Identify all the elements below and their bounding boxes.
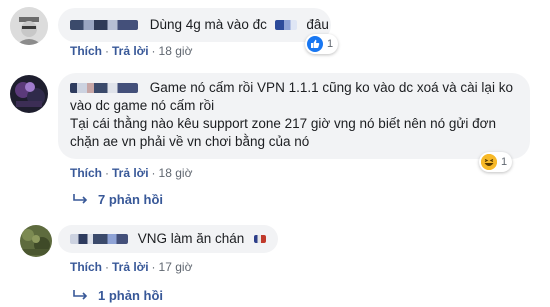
like-link[interactable]: Thích (70, 260, 102, 274)
comment-text-tail: đâu (306, 17, 329, 32)
comment-bubble: Dùng 4g mà vào đc đâu (58, 8, 331, 42)
view-replies-link[interactable]: 7 phản hồi (72, 192, 163, 207)
reaction-count: 1 (327, 38, 334, 50)
comment-actions: Thích · Trả lời · 18 giờ (70, 44, 193, 58)
reaction-summary[interactable]: 1 (479, 152, 513, 172)
author-name[interactable] (70, 20, 138, 31)
replies-count[interactable]: 1 phản hồi (98, 288, 163, 303)
avatar[interactable] (10, 75, 48, 113)
reply-arrow-icon (73, 289, 88, 300)
like-icon (307, 36, 323, 52)
comment-text: VNG làm ăn chán (137, 231, 245, 246)
reply-link[interactable]: Trả lời (112, 260, 149, 274)
reaction-count: 1 (501, 156, 508, 168)
author-name[interactable] (70, 234, 128, 245)
flag-icon (254, 235, 267, 244)
timestamp[interactable]: 17 giờ (159, 260, 193, 274)
view-replies-link[interactable]: 1 phản hồi (72, 288, 163, 303)
comment-text: Dùng 4g mà vào đc (149, 17, 267, 32)
haha-icon (481, 154, 497, 170)
comment-bubble: VNG làm ăn chán (58, 225, 278, 253)
like-link[interactable]: Thích (70, 166, 102, 180)
comment-bubble: Game nó cấm rồi VPN 1.1.1 cũng ko vào dc… (58, 73, 530, 159)
reply-link[interactable]: Trả lời (112, 166, 149, 180)
reply-link[interactable]: Trả lời (112, 44, 149, 58)
timestamp[interactable]: 18 giờ (159, 166, 193, 180)
reply-arrow-icon (73, 193, 88, 204)
reaction-summary[interactable]: 1 (305, 34, 339, 54)
avatar[interactable] (20, 225, 52, 257)
redacted-text (274, 20, 297, 31)
avatar[interactable] (10, 7, 48, 45)
timestamp[interactable]: 18 giờ (159, 44, 193, 58)
comment-actions: Thích · Trả lời · 18 giờ (70, 166, 193, 180)
author-name[interactable] (70, 83, 138, 94)
replies-count[interactable]: 7 phản hồi (98, 192, 163, 207)
comment-actions: Thích · Trả lời · 17 giờ (70, 260, 193, 274)
like-link[interactable]: Thích (70, 44, 102, 58)
